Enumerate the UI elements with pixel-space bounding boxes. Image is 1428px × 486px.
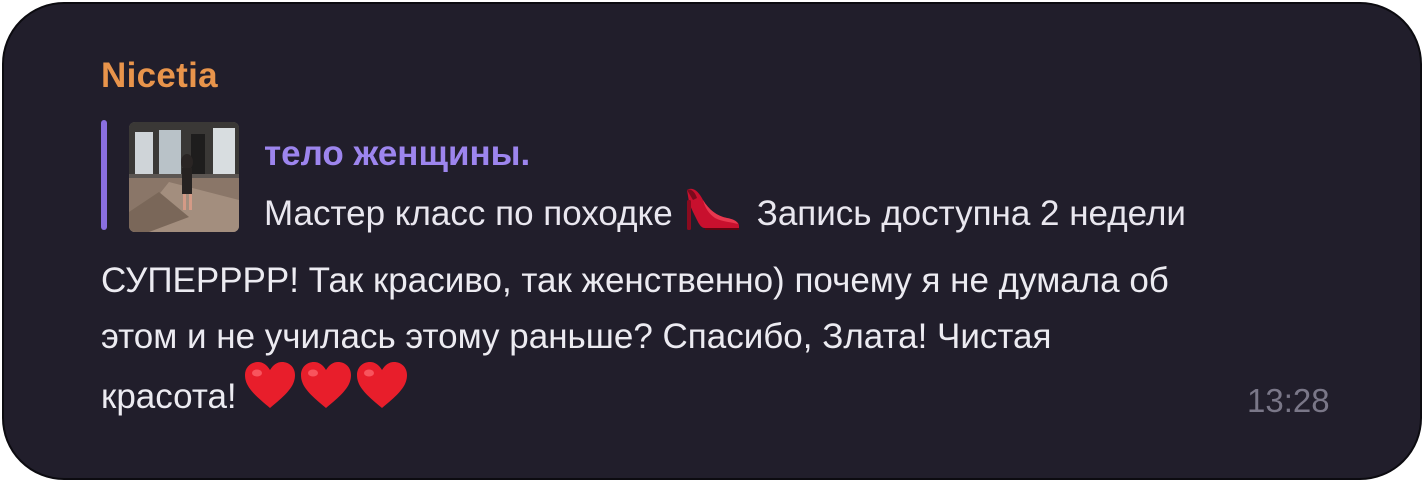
red-heart-icon (300, 362, 351, 408)
message-line-text: красота! (101, 376, 237, 416)
hearts-group (243, 360, 411, 427)
message-line: этом и не училась этому раньше? Спасибо,… (101, 317, 1052, 356)
reply-title: тело женщины. (264, 134, 531, 173)
reply-text: Мастер класс по походке Запись доступна … (264, 186, 1186, 245)
reply-text-part-2: Запись доступна 2 недели (756, 193, 1186, 233)
message-line: СУПЕРРРР! Так красиво, так женственно) п… (101, 261, 1169, 300)
reply-thumbnail (129, 122, 239, 232)
red-heart-icon (356, 362, 407, 408)
reply-preview[interactable]: тело женщины. Мастер класс по походке За… (101, 118, 1341, 234)
reply-accent-bar (101, 120, 107, 230)
message-timestamp: 13:28 (1247, 382, 1330, 419)
message-text: СУПЕРРРР! Так красиво, так женственно) п… (101, 253, 1341, 432)
message-bubble[interactable]: Nicetia тело женщины. Мастер класс по по… (2, 2, 1422, 480)
sender-name[interactable]: Nicetia (101, 56, 218, 96)
message-line-last: красота! (101, 362, 1341, 432)
red-heart-icon (244, 362, 295, 408)
reply-text-part-1: Мастер класс по походке (264, 193, 673, 233)
high-heel-shoe-icon (683, 182, 741, 241)
